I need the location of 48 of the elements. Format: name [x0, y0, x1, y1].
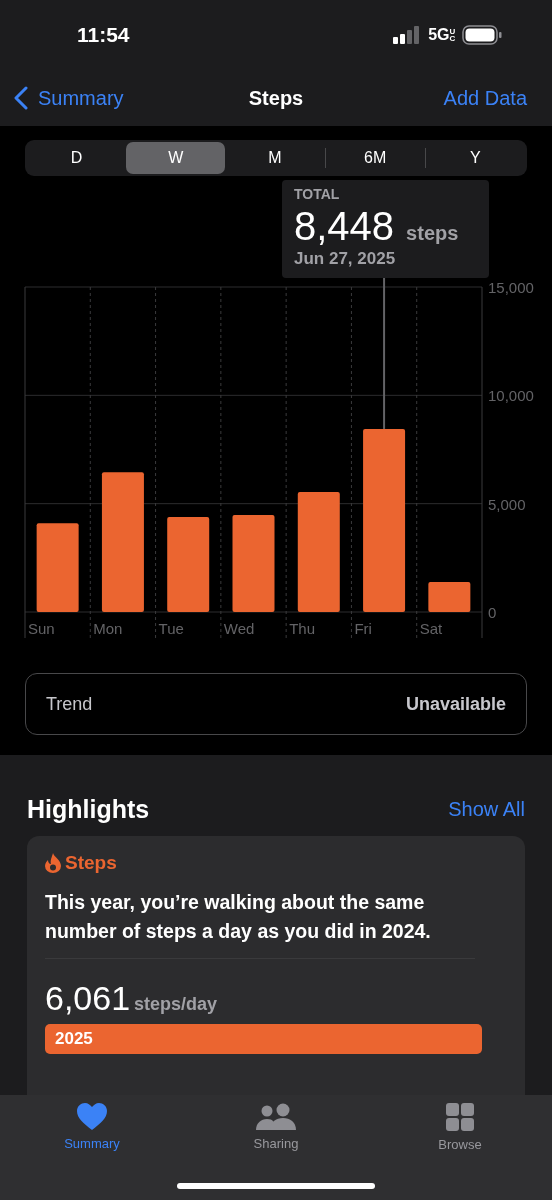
show-all-link[interactable]: Show All	[448, 798, 525, 821]
axis-label: Tue	[158, 620, 184, 637]
tooltip-unit: steps	[406, 222, 459, 245]
back-button[interactable]: Summary	[14, 86, 124, 110]
axis-label: Sat	[419, 620, 443, 637]
tab-item[interactable]: Summary	[0, 1095, 184, 1200]
axis-label: 10,000	[488, 387, 534, 405]
network-label: 5G	[428, 26, 450, 44]
network-suffix: UC	[449, 27, 454, 43]
people-icon	[256, 1103, 296, 1130]
steps-value: 6,061	[45, 979, 131, 1018]
period-tab[interactable]: Y	[424, 148, 525, 168]
tooltip-label: TOTAL	[294, 186, 341, 202]
chevron-left-icon	[14, 86, 28, 110]
axis-label: 5,000	[488, 495, 526, 513]
axis-label: 0	[488, 604, 497, 621]
flame-icon	[45, 853, 61, 873]
highlight-text: This year, you’re walking about the same number of steps a day as you did in 2024.	[45, 888, 475, 959]
section-heading: Highlights	[27, 795, 150, 824]
page-title: Steps	[248, 86, 304, 110]
axis-label: Thu	[289, 620, 315, 637]
trend-row[interactable]: Trend Unavailable	[25, 673, 527, 735]
heart-icon	[77, 1103, 107, 1130]
tooltip-date: Jun 27, 2025	[294, 249, 397, 269]
add-data-link[interactable]: Add Data	[443, 86, 527, 110]
period-tab[interactable]: D	[27, 142, 127, 174]
trend-label: Trend	[46, 693, 93, 715]
card-title: Steps	[65, 852, 117, 874]
tooltip-value: 8,448	[294, 204, 395, 249]
axis-label: Wed	[223, 620, 255, 637]
axis-label: Fri	[354, 620, 372, 637]
grid-icon	[446, 1103, 474, 1131]
axis-label: Sun	[28, 620, 55, 637]
axis-label: 15,000	[488, 279, 534, 296]
highlight-card[interactable]: Steps This year, you’re walking about the same number of steps a day as you did in 2024. 6,061 steps/day 2025	[27, 836, 525, 1095]
steps-unit: steps/day	[134, 994, 218, 1015]
axis-label: Mon	[93, 620, 123, 637]
signal-icon	[393, 26, 421, 44]
status-time: 11:54	[77, 23, 130, 47]
period-tab[interactable]: 6M	[324, 148, 425, 168]
period-tab[interactable]: M	[225, 142, 325, 174]
comparison-bar: 2025	[45, 1024, 482, 1054]
tab-item[interactable]: Browse	[368, 1095, 552, 1200]
trend-value: Unavailable	[405, 693, 506, 715]
chart-bar	[428, 582, 471, 612]
battery-icon	[462, 25, 502, 45]
tab-item[interactable]: Sharing	[184, 1095, 368, 1200]
period-tab[interactable]: W	[126, 142, 226, 174]
